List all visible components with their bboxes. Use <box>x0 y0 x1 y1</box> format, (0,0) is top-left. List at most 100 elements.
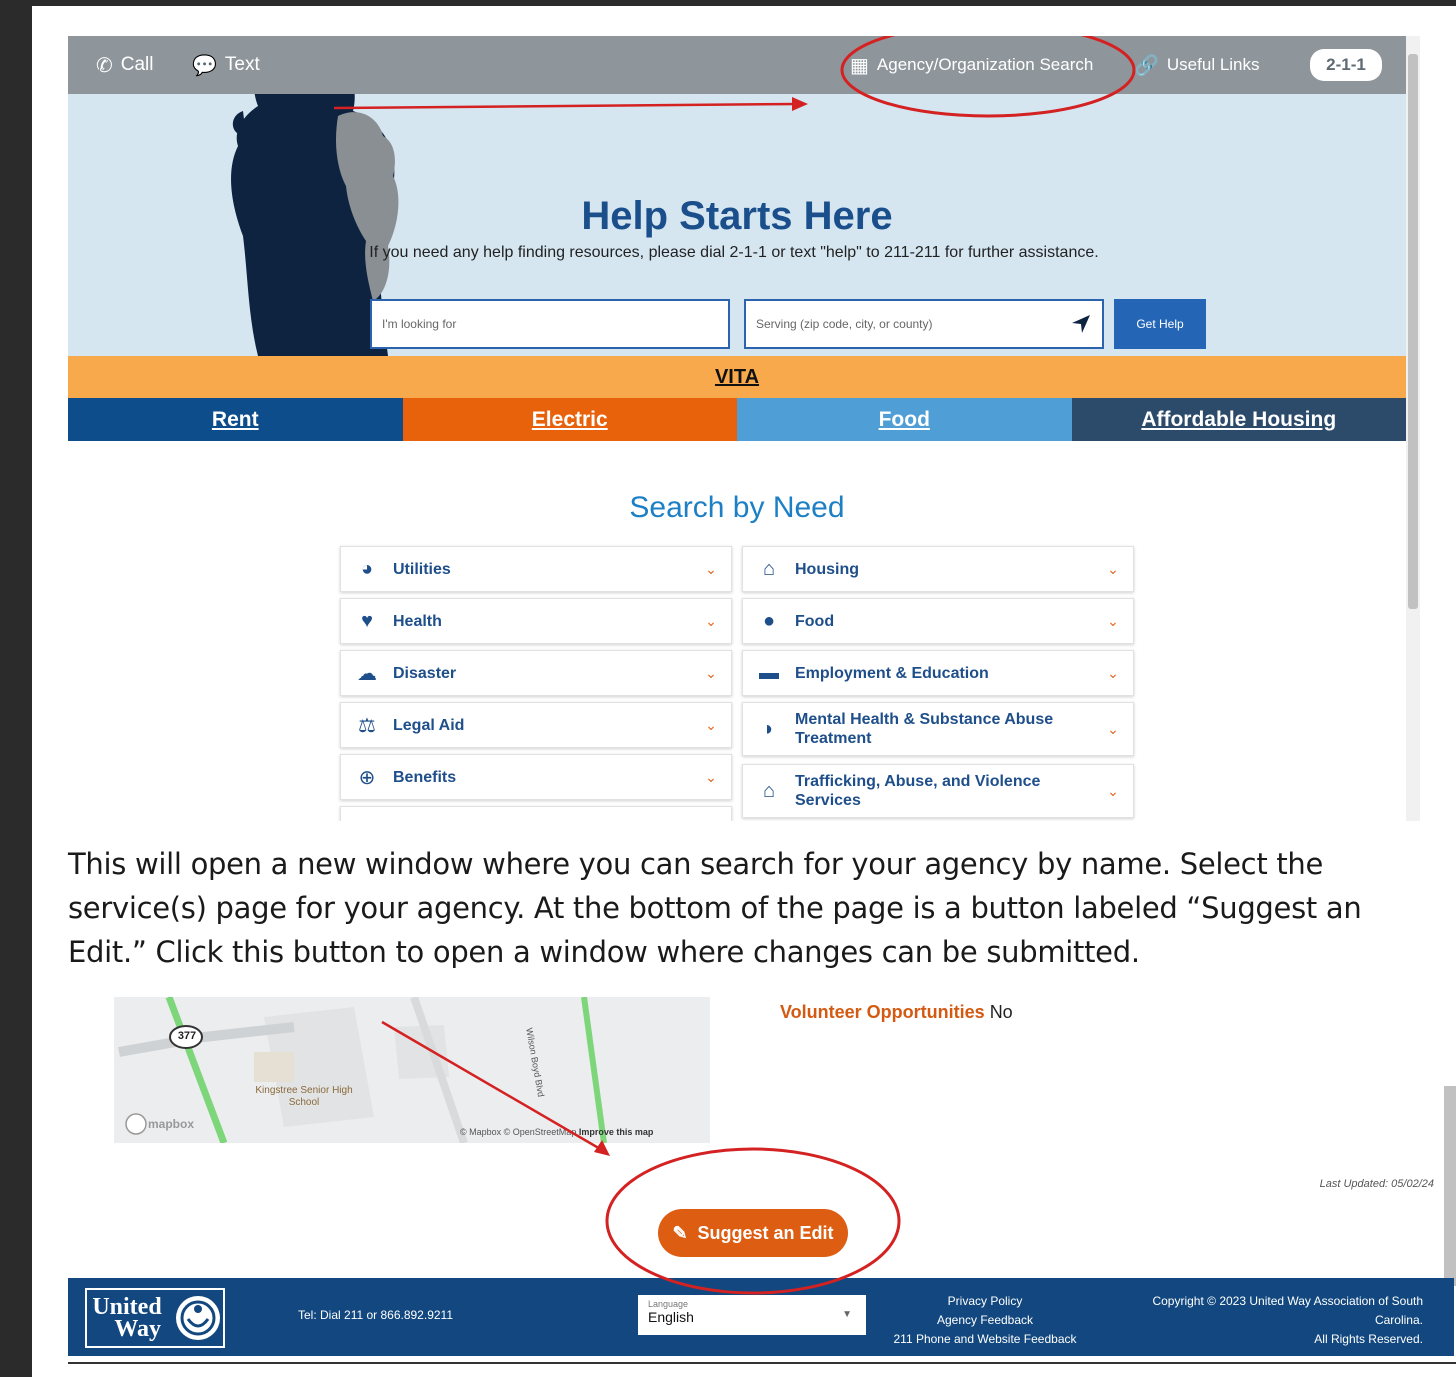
category-rent[interactable]: Rent <box>68 398 403 441</box>
chevron-down-icon: ⌄ <box>1107 720 1119 737</box>
top-bar: ✆ Call 💬 Text ▦ Agency/Organization Sear… <box>68 36 1406 94</box>
need-housing[interactable]: ⌂ Housing ⌄ <box>742 546 1134 592</box>
last-updated: Last Updated: 05/02/24 <box>1319 1178 1434 1190</box>
scrollbar-thumb[interactable] <box>1408 54 1418 609</box>
chevron-down-icon: ⌄ <box>1107 664 1119 681</box>
need-label: Benefits <box>393 768 457 786</box>
chevron-down-icon: ⌄ <box>1107 612 1119 629</box>
need-label: Legal Aid <box>393 716 465 734</box>
united-way-hand-icon <box>176 1296 220 1340</box>
brain-icon: ◗ <box>762 717 776 740</box>
sms-bubble-icon: 💬 <box>192 54 217 77</box>
useful-links-label: Useful Links <box>1166 55 1260 74</box>
chevron-down-icon: ⌄ <box>705 768 717 785</box>
chevron-down-icon: ⌄ <box>705 664 717 681</box>
instruction-paragraph: This will open a new window where you ca… <box>68 847 1362 969</box>
shelter-icon: ⌂ <box>762 779 776 802</box>
copyright-line-1: Copyright © 2023 United Way Association … <box>1152 1294 1423 1308</box>
screenshot-211-homepage: Help Starts Here If you need any help fi… <box>68 36 1454 821</box>
get-help-button[interactable]: Get Help <box>1114 299 1206 349</box>
apple-icon: ● <box>762 609 776 632</box>
need-utilities[interactable]: ◕ Utilities ⌄ <box>340 546 732 592</box>
need-disaster[interactable]: ☁ Disaster ⌄ <box>340 650 732 696</box>
route-shield-label: 377 <box>177 1030 197 1042</box>
phone-icon: ✆ <box>96 54 113 77</box>
storm-cloud-icon: ☁ <box>357 662 377 685</box>
pencil-icon: ✎ <box>672 1222 688 1243</box>
location-map[interactable]: 377 Kingstree Senior High School Wilson … <box>114 997 710 1143</box>
need-legal-aid[interactable]: ⚖ Legal Aid ⌄ <box>340 702 732 748</box>
chevron-down-icon: ⌄ <box>1107 560 1119 577</box>
text-label: Text <box>224 54 260 75</box>
copyright-line-3: All Rights Reserved. <box>1314 1332 1423 1346</box>
useful-links-link[interactable]: 🔗 Useful Links <box>1134 36 1260 94</box>
map-school-label: Kingstree Senior High School <box>255 1085 353 1108</box>
chevron-down-icon: ⌄ <box>1107 782 1119 799</box>
chevron-down-icon: ⌄ <box>705 560 717 577</box>
search-by-need-title: Search by Need <box>629 491 845 524</box>
need-label: Employment & Education <box>795 664 989 682</box>
copyright-line-2: Carolina. <box>1374 1313 1423 1327</box>
footer: United Way Tel: Dial 211 or 866.892.9211… <box>68 1278 1454 1356</box>
hero-subtitle: If you need any help finding resources, … <box>369 244 1099 261</box>
chevron-down-icon: ⌄ <box>705 612 717 629</box>
need-label: Utilities <box>393 560 451 578</box>
call-link[interactable]: ✆ Call <box>96 36 154 94</box>
hero-title: Help Starts Here <box>581 194 893 238</box>
search-input[interactable]: I'm looking for <box>370 299 730 349</box>
link-icon: 🔗 <box>1134 54 1159 77</box>
document-page: Help Starts Here If you need any help fi… <box>32 6 1456 1377</box>
need-benefits[interactable]: ⊕ Benefits ⌄ <box>340 754 732 800</box>
mapbox-logo[interactable]: mapbox <box>134 1117 194 1131</box>
need-label: Housing <box>795 560 859 578</box>
location-placeholder: Serving (zip code, city, or county) <box>756 317 933 331</box>
text-link[interactable]: 💬 Text <box>192 36 260 94</box>
attribution-text[interactable]: © Mapbox © OpenStreetMap <box>460 1127 576 1137</box>
gauge-icon: ◕ <box>360 557 374 580</box>
call-label: Call <box>120 54 154 75</box>
page-scrollbar[interactable] <box>1406 36 1420 821</box>
vita-banner-link[interactable]: VITA <box>68 356 1406 398</box>
need-partial-row[interactable] <box>340 806 732 821</box>
plus-circle-icon: ⊕ <box>358 766 376 789</box>
divider-line <box>68 1362 1456 1364</box>
language-select[interactable]: Language English ▼ <box>638 1295 866 1335</box>
need-label: Health <box>393 612 442 630</box>
location-input[interactable]: Serving (zip code, city, or county) <box>744 299 1104 349</box>
logo-line-2: Way <box>114 1316 161 1342</box>
category-food[interactable]: Food <box>737 398 1072 441</box>
volunteer-label: Volunteer Opportunities <box>780 1002 985 1022</box>
house-icon: ⌂ <box>762 557 776 580</box>
agency-feedback-link[interactable]: Agency Feedback <box>880 1311 1090 1330</box>
improve-map-link[interactable]: Improve this map <box>579 1127 654 1137</box>
volunteer-value: No <box>989 1002 1013 1022</box>
need-mental-health[interactable]: ◗ Mental Health & Substance Abuse Treatm… <box>742 702 1134 756</box>
suggest-edit-button[interactable]: ✎ Suggest an Edit <box>658 1209 848 1257</box>
united-way-logo[interactable]: United Way <box>85 1288 225 1348</box>
need-food[interactable]: ● Food ⌄ <box>742 598 1134 644</box>
right-scrollbar[interactable] <box>1444 1086 1456 1286</box>
map-attribution: © Mapbox © OpenStreetMap Improve this ma… <box>460 1127 653 1137</box>
map-graphic <box>114 997 710 1143</box>
footer-links: Privacy Policy Agency Feedback 211 Phone… <box>880 1292 1090 1349</box>
phone-website-feedback-link[interactable]: 211 Phone and Website Feedback <box>880 1330 1090 1349</box>
privacy-policy-link[interactable]: Privacy Policy <box>880 1292 1090 1311</box>
agency-search-label: Agency/Organization Search <box>876 55 1094 74</box>
logo-line-1: United <box>92 1294 162 1320</box>
need-trafficking-abuse[interactable]: ⌂ Trafficking, Abuse, and Violence Servi… <box>742 764 1134 818</box>
category-electric[interactable]: Electric <box>402 398 737 441</box>
footer-copyright: Copyright © 2023 United Way Association … <box>1118 1292 1423 1349</box>
logo-211-badge[interactable]: 2-1-1 <box>1310 49 1382 81</box>
need-label: Trafficking, Abuse, and Violence Service… <box>795 773 1041 809</box>
united-way-wordmark: United Way <box>87 1294 167 1342</box>
language-value: English <box>648 1309 694 1325</box>
need-label: Mental Health & Substance Abuse Treatmen… <box>795 711 1054 747</box>
locate-arrow-icon[interactable] <box>1070 313 1092 335</box>
heart-icon: ♥ <box>361 609 373 632</box>
need-health[interactable]: ♥ Health ⌄ <box>340 598 732 644</box>
need-label: Food <box>795 612 835 630</box>
need-employment-education[interactable]: ▬ Employment & Education ⌄ <box>742 650 1134 696</box>
category-affordable-housing[interactable]: Affordable Housing <box>1071 398 1406 441</box>
category-bar: Rent Electric Food Affordable Housing <box>68 398 1406 441</box>
agency-search-link[interactable]: ▦ Agency/Organization Search <box>850 36 1093 94</box>
